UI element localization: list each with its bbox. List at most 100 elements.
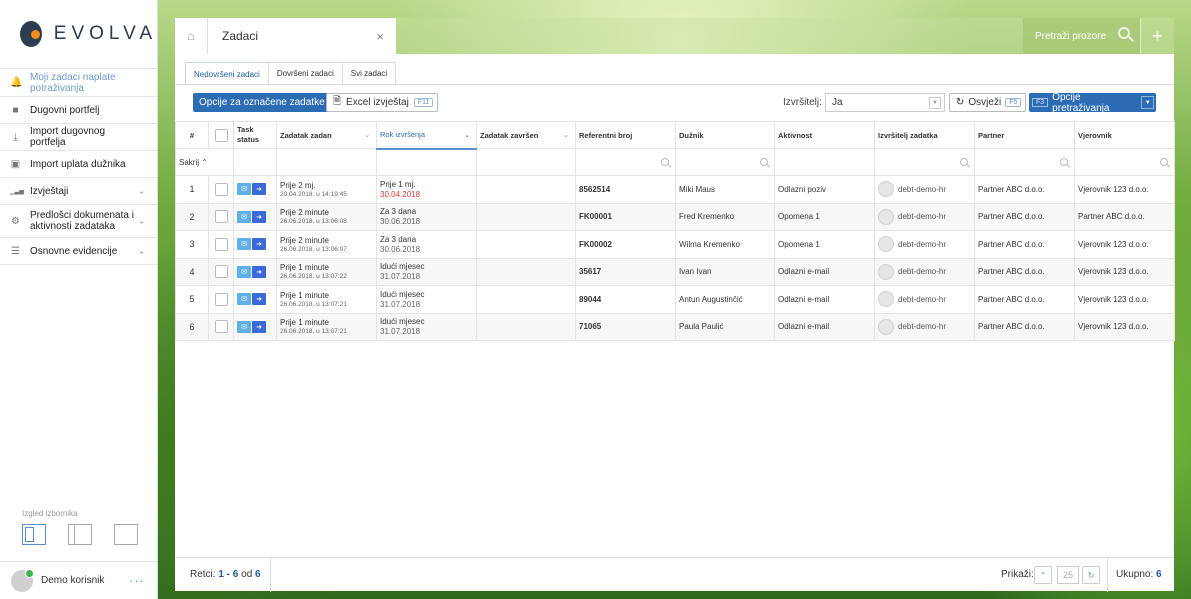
brand-logo[interactable]: EVOLVA [0,0,157,69]
excel-report-button[interactable]: 🗎 Excel izvještaj F11 [326,93,439,112]
row-checkbox[interactable] [214,265,228,279]
assignee-select[interactable]: Ja ▼ [825,93,945,112]
table-row[interactable]: 1 ✉ ➜ Prije 2 mj. 20.04.2018. u 14:19:45 Prij… [175,175,1175,204]
filter-creditor[interactable] [1074,148,1175,176]
table-row[interactable]: 6 ✉ ➜ Prije 1 minute 26.06.2018. u 13:07:21 I… [175,312,1175,341]
assignee-cell: debt-demo-hr [874,202,975,231]
col-header-assignee[interactable]: Izvršitelj zadatka [874,121,975,149]
sidebar-item-6[interactable]: ☰ Osnovne evidencije ⌄ [0,238,157,265]
layout-hidden-option[interactable] [114,524,138,545]
select-all-checkbox[interactable] [214,128,228,142]
row-select-cell[interactable] [208,312,234,341]
table-row[interactable]: 2 ✉ ➜ Prije 2 minute 26.06.2018. u 13:06:08 Z… [175,202,1175,231]
col-header-creditor[interactable]: Vjerovnik [1074,121,1175,149]
sidebar-item-3[interactable]: ▣ Import uplata dužnika [0,151,157,178]
row-checkbox[interactable] [214,210,228,224]
selected-tasks-options-button[interactable]: Opcije za označene zadatke ▼ [193,93,348,112]
row-select-cell[interactable] [208,285,234,314]
table-row[interactable]: 4 ✉ ➜ Prije 1 minute 26.06.2018. u 13:07:22 I… [175,257,1175,286]
filter-finished[interactable] [476,148,576,176]
rows-range: 1 - 6 [218,569,239,580]
layout-compact-option[interactable] [68,524,92,545]
due-cell: Prije 1 mj. 30.04.2018 [376,175,477,204]
col-header-task-status[interactable]: Task status [233,121,277,149]
refresh-button[interactable]: ↻ Osvježi F5 [949,93,1027,112]
row-select-cell[interactable] [208,175,234,204]
col-header-ref[interactable]: Referentni broj [575,121,676,149]
row-select-cell[interactable] [208,230,234,259]
col-header-finished[interactable]: Zadatak završen ⌄ [476,121,576,149]
reload-button[interactable]: ↻ [1082,566,1100,584]
sidebar-item-4[interactable]: ▁▃▅ Izvještaji ⌄ [0,178,157,205]
window-search-input[interactable]: Pretraži prozore [1023,18,1140,54]
row-number: 4 [175,257,209,286]
arrow-right-icon[interactable]: ➜ [252,183,266,196]
col-header-assigned[interactable]: Zadatak zadan ⌄ [276,121,377,149]
add-window-button[interactable]: + [1140,18,1174,54]
sidebar-item-5[interactable]: ⚙ Predlošci dokumenata i aktivnosti zadat… [0,205,157,238]
page-up-button[interactable]: ⌃ [1034,566,1052,584]
mail-icon[interactable]: ✉ [237,265,251,278]
mail-icon[interactable]: ✉ [237,238,251,251]
sidebar-item-0[interactable]: 🔔 Moji zadaci naplate potraživanja [0,69,157,97]
mail-icon[interactable]: ✉ [237,320,251,333]
col-header-debtor[interactable]: Dužnik [675,121,775,149]
page-size-input[interactable]: 25 [1057,566,1079,584]
user-menu-icon[interactable]: ··· [129,573,145,588]
table-row[interactable]: 5 ✉ ➜ Prije 1 minute 26.06.2018. u 13:07:21 I… [175,285,1175,314]
partner-cell: Partner ABC d.o.o. [974,257,1075,286]
row-checkbox[interactable] [214,320,228,334]
reference-link[interactable]: 35617 [575,257,676,286]
tab-all[interactable]: Svi zadaci [341,62,397,84]
tab-unfinished[interactable]: Nedovršeni zadaci [185,62,269,85]
reference-link[interactable]: 89044 [575,285,676,314]
window-tab-zadaci[interactable]: Zadaci × [208,18,396,54]
table-row[interactable]: 3 ✉ ➜ Prije 2 minute 26.06.2018. u 13:06:07 Z… [175,230,1175,259]
col-header-activity[interactable]: Aktivnost [774,121,875,149]
mail-icon[interactable]: ✉ [237,293,251,306]
row-number: 3 [175,230,209,259]
hide-filters-toggle[interactable]: Sakrij ⌃ [175,148,234,176]
arrow-right-icon[interactable]: ➜ [252,210,266,223]
download-icon: ⤓ [13,131,18,143]
home-button[interactable]: ⌂ [175,18,208,54]
sidebar-item-1[interactable]: ■ Dugovni portfelj [0,97,157,124]
tab-finished[interactable]: Dovršeni zadaci [267,62,343,84]
task-status-cell: ✉ ➜ [233,285,277,314]
mail-icon[interactable]: ✉ [237,210,251,223]
arrow-right-icon[interactable]: ➜ [252,265,266,278]
filter-ref[interactable] [575,148,676,176]
filter-activity[interactable] [774,148,875,176]
close-icon[interactable]: × [376,29,384,44]
filter-assigned[interactable] [276,148,377,176]
col-header-number[interactable]: # [175,121,209,149]
reference-link[interactable]: 8562514 [575,175,676,204]
reference-link[interactable]: FK00002 [575,230,676,259]
search-options-button[interactable]: F3 Opcije pretraživanja ▼ [1029,92,1156,114]
layout-expanded-option[interactable] [22,524,46,545]
row-select-cell[interactable] [208,202,234,231]
row-checkbox[interactable] [214,182,228,196]
menu-layout-label: Izgled izbornika [22,509,78,518]
total-label: Ukupno: [1116,569,1154,580]
filter-partner[interactable] [974,148,1075,176]
reference-link[interactable]: FK00001 [575,202,676,231]
finished-cell [476,230,576,259]
row-checkbox[interactable] [214,237,228,251]
arrow-right-icon[interactable]: ➜ [252,238,266,251]
arrow-right-icon[interactable]: ➜ [252,293,266,306]
col-header-due[interactable]: Rok izvršenja ⌄ [376,121,477,150]
row-select-cell[interactable] [208,257,234,286]
arrow-right-icon[interactable]: ➜ [252,320,266,333]
mail-icon[interactable]: ✉ [237,183,251,196]
search-icon[interactable] [1118,27,1130,39]
filter-assignee[interactable] [874,148,975,176]
col-header-select[interactable] [208,121,234,149]
reference-link[interactable]: 71065 [575,312,676,341]
filter-due[interactable] [376,148,477,176]
sidebar-item-2[interactable]: ⤓ Import dugovnog portfelja [0,124,157,151]
col-header-partner[interactable]: Partner [974,121,1075,149]
user-profile[interactable]: Demo korisnik ··· [0,561,157,599]
row-checkbox[interactable] [214,292,228,306]
filter-debtor[interactable] [675,148,775,176]
